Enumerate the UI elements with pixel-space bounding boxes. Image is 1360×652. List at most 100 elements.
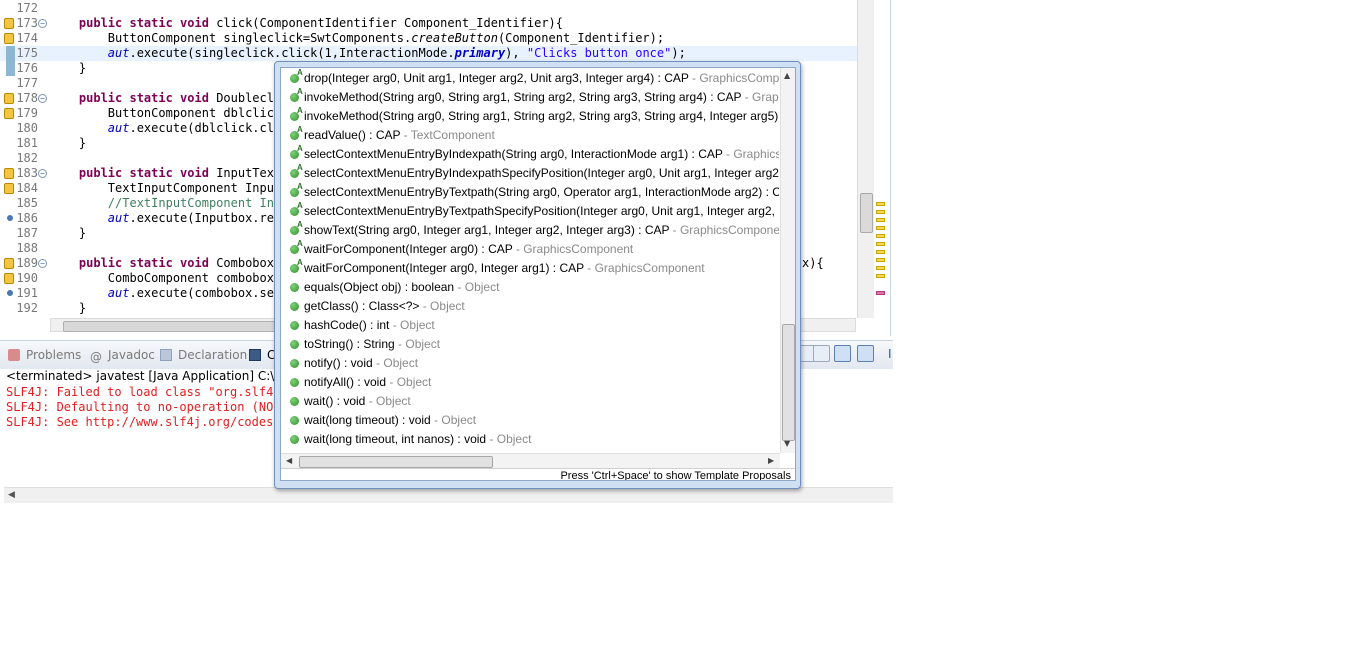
code-line[interactable]: 174 ButtonComponent singleclick=SwtCompo… bbox=[0, 31, 858, 46]
proposal-item[interactable]: getClass() : Class<?> - Object bbox=[281, 297, 779, 316]
proposal-item[interactable]: AwaitForComponent(Integer arg0) : CAP - … bbox=[281, 240, 779, 259]
display-console-button[interactable] bbox=[834, 345, 851, 362]
editor-vertical-scrollbar[interactable] bbox=[857, 0, 874, 318]
tab-console[interactable]: C bbox=[249, 346, 275, 364]
change-marker-icon[interactable] bbox=[6, 61, 15, 76]
proposal-signature: drop(Integer arg0, Unit arg1, Integer ar… bbox=[304, 69, 779, 88]
proposal-item[interactable]: AselectContextMenuEntryByIndexpath(Strin… bbox=[281, 145, 779, 164]
tab-javadoc[interactable]: @ Javadoc bbox=[90, 346, 155, 364]
overview-warning-marker[interactable] bbox=[876, 242, 885, 246]
code-text: public static void Doublecli bbox=[78, 91, 282, 105]
warning-marker-icon[interactable] bbox=[4, 18, 14, 29]
proposal-item[interactable]: equals(Object obj) : boolean - Object bbox=[281, 278, 779, 297]
proposal-item[interactable]: notifyAll() : void - Object bbox=[281, 373, 779, 392]
proposal-item[interactable]: AreadValue() : CAP - TextComponent bbox=[281, 126, 779, 145]
tab-declaration[interactable]: Declaration bbox=[160, 346, 247, 364]
overview-error-marker[interactable] bbox=[876, 291, 885, 295]
overview-warning-marker[interactable] bbox=[876, 266, 885, 270]
line-number: 187 bbox=[16, 226, 38, 240]
proposal-owner: - Object bbox=[454, 280, 500, 294]
proposal-list-vertical-scroll-thumb[interactable] bbox=[782, 324, 795, 441]
proposal-item[interactable]: wait() : void - Object bbox=[281, 392, 779, 411]
console-horizontal-scrollbar[interactable]: ◀ bbox=[4, 487, 893, 503]
scroll-left-icon[interactable]: ◀ bbox=[8, 490, 15, 500]
warning-marker-icon[interactable] bbox=[4, 168, 14, 179]
line-number: 176 bbox=[16, 61, 38, 75]
console-line: SLF4J: Failed to load class "org.slf4j bbox=[6, 385, 281, 399]
overview-warning-marker[interactable] bbox=[876, 250, 885, 254]
editor-vertical-scroll-thumb[interactable] bbox=[860, 193, 873, 233]
fold-toggle-icon[interactable]: − bbox=[38, 19, 47, 28]
overview-warning-marker[interactable] bbox=[876, 258, 885, 262]
warning-marker-icon[interactable] bbox=[4, 108, 14, 119]
proposal-item[interactable]: hashCode() : int - Object bbox=[281, 316, 779, 335]
code-line[interactable]: 175 aut.execute(singleclick.click(1,Inte… bbox=[0, 46, 858, 61]
proposal-item[interactable]: wait(long timeout) : void - Object bbox=[281, 411, 779, 430]
proposal-item[interactable]: AselectContextMenuEntryByIndexpathSpecif… bbox=[281, 164, 779, 183]
proposal-item[interactable]: toString() : String - Object bbox=[281, 335, 779, 354]
scroll-up-icon[interactable]: ▲ bbox=[784, 71, 790, 80]
proposal-signature: wait(long timeout, int nanos) : void - O… bbox=[304, 432, 532, 446]
code-line[interactable]: −173 public static void click(ComponentI… bbox=[0, 16, 858, 31]
breakpoint-marker-icon[interactable] bbox=[7, 290, 13, 296]
warning-marker-icon[interactable] bbox=[4, 183, 14, 194]
abstract-badge-icon: A bbox=[297, 88, 303, 96]
change-marker-icon[interactable] bbox=[6, 46, 15, 61]
line-number: 192 bbox=[16, 301, 38, 315]
overview-warning-marker[interactable] bbox=[876, 202, 885, 206]
code-line[interactable]: 172 bbox=[0, 1, 858, 16]
warning-marker-icon[interactable] bbox=[4, 273, 14, 284]
line-number: 185 bbox=[16, 196, 38, 210]
proposal-item[interactable]: AselectContextMenuEntryByTextpathSpecify… bbox=[281, 202, 779, 221]
overview-warning-marker[interactable] bbox=[876, 226, 885, 230]
line-number: 184 bbox=[16, 181, 38, 195]
proposal-owner: - Graphic bbox=[744, 90, 779, 104]
tab-declaration-label: Declaration bbox=[178, 348, 248, 362]
code-text: //TextInputComponent Inp bbox=[107, 196, 282, 210]
scroll-left-icon[interactable]: ◀ bbox=[286, 456, 292, 465]
proposal-signature: invokeMethod(String arg0, String arg1, S… bbox=[304, 88, 779, 107]
tab-problems[interactable]: Problems bbox=[8, 346, 81, 364]
overview-warning-marker[interactable] bbox=[876, 274, 885, 278]
overview-ruler[interactable] bbox=[874, 0, 888, 318]
proposal-item[interactable]: AwaitForComponent(Integer arg0, Integer … bbox=[281, 259, 779, 278]
open-console-button[interactable] bbox=[857, 345, 874, 362]
proposal-list-horizontal-scrollbar[interactable]: ◀ ▶ bbox=[281, 453, 780, 469]
warning-marker-icon[interactable] bbox=[4, 33, 14, 44]
fold-toggle-icon[interactable]: − bbox=[38, 259, 47, 268]
proposal-list-vertical-scrollbar[interactable]: ▲ ▼ bbox=[780, 68, 795, 453]
scroll-right-icon[interactable]: ▶ bbox=[768, 456, 774, 465]
scroll-down-icon[interactable]: ▼ bbox=[784, 439, 790, 448]
proposal-list-horizontal-scroll-thumb[interactable] bbox=[299, 456, 493, 468]
public-method-icon bbox=[290, 359, 299, 368]
proposal-owner: - GraphicsComponent bbox=[669, 223, 779, 237]
overview-warning-marker[interactable] bbox=[876, 218, 885, 222]
console-toolbar-button[interactable] bbox=[813, 345, 830, 362]
public-method-icon bbox=[290, 378, 299, 387]
proposal-item[interactable]: Adrop(Integer arg0, Unit arg1, Integer a… bbox=[281, 69, 779, 88]
breakpoint-marker-icon[interactable] bbox=[7, 215, 13, 221]
proposal-item[interactable]: AinvokeMethod(String arg0, String arg1, … bbox=[281, 88, 779, 107]
code-text: aut.execute(combobox.sel bbox=[107, 286, 282, 300]
tab-problems-label: Problems bbox=[26, 348, 82, 362]
proposal-owner: - Object bbox=[394, 337, 441, 351]
content-assist-popup[interactable]: Adrop(Integer arg0, Unit arg1, Integer a… bbox=[274, 61, 801, 489]
fold-toggle-icon[interactable]: − bbox=[38, 94, 47, 103]
line-number: 188 bbox=[16, 241, 38, 255]
line-number: 182 bbox=[16, 151, 38, 165]
warning-marker-icon[interactable] bbox=[4, 93, 14, 104]
proposal-list[interactable]: Adrop(Integer arg0, Unit arg1, Integer a… bbox=[281, 68, 779, 453]
proposal-item[interactable]: AshowText(String arg0, Integer arg1, Int… bbox=[281, 221, 779, 240]
proposal-item[interactable]: wait(long timeout, int nanos) : void - O… bbox=[281, 430, 779, 449]
overview-warning-marker[interactable] bbox=[876, 234, 885, 238]
proposal-item[interactable]: AinvokeMethod(String arg0, String arg1, … bbox=[281, 107, 779, 126]
fold-toggle-icon[interactable]: − bbox=[38, 169, 47, 178]
public-method-icon bbox=[290, 397, 299, 406]
overview-warning-marker[interactable] bbox=[876, 210, 885, 214]
proposal-item[interactable]: AselectContextMenuEntryByTextpath(String… bbox=[281, 183, 779, 202]
proposal-item[interactable]: notify() : void - Object bbox=[281, 354, 779, 373]
warning-marker-icon[interactable] bbox=[4, 258, 14, 269]
code-text-tail: x){ bbox=[802, 256, 824, 270]
line-number: 172 bbox=[16, 1, 38, 15]
javadoc-icon: @ bbox=[90, 350, 102, 364]
